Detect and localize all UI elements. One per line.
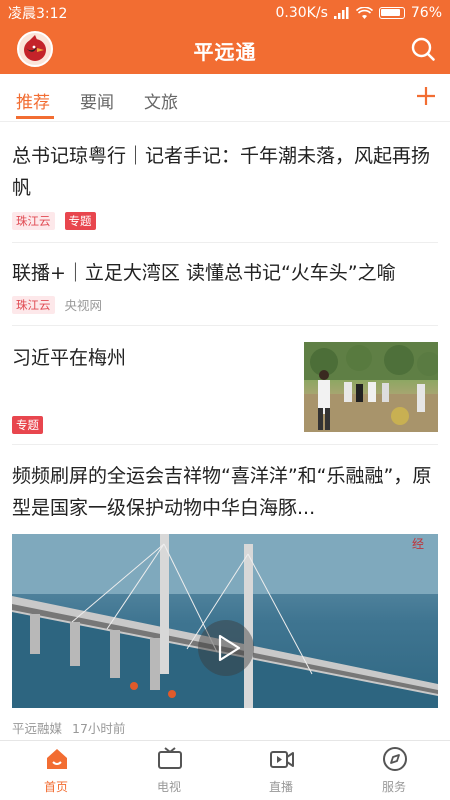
source-tag: 珠江云 [12,295,55,314]
news-source: 平远融媒 [12,721,63,736]
battery-icon [378,7,405,19]
nav-label: 服务 [381,780,406,794]
thumbnail-image [304,342,438,432]
status-right: 0.30K/s 76% [276,5,443,21]
news-meta: 珠江云 专题 [12,212,438,230]
nav-live[interactable]: 直播 [225,741,337,800]
news-title: 频频刷屏的全运会吉祥物“喜洋洋”和“乐融融”，原型是国家一级保护动物中华白海豚.… [12,465,432,519]
app-bar: 平远通 [0,26,450,74]
news-thumbnail[interactable] [304,342,438,432]
video-player[interactable]: 经 [12,534,438,708]
tv-icon [158,747,182,769]
battery-level: 76% [410,5,442,21]
news-item[interactable]: 联播+｜立足大湾区 读懂总书记“火车头”之喻 珠江云 央视网 [12,257,438,314]
nav-services[interactable]: 服务 [338,741,450,800]
play-button[interactable] [198,620,254,676]
channel-tabs: 推荐 要闻 文旅 [0,74,450,122]
home-icon [47,749,67,769]
network-speed: 0.30K/s [275,5,328,21]
topic-badge: 专题 [12,416,43,434]
app-title: 平远通 [193,39,257,64]
add-channel-icon[interactable] [414,84,438,108]
divider [12,325,438,326]
bottom-nav: 首页 电视 直播 服务 [0,740,450,800]
news-meta: 珠江云 央视网 [12,295,438,314]
source-tag: 珠江云 [12,212,55,230]
status-time: 凌晨3:12 [8,6,68,22]
news-time: 17小时前 [72,721,126,736]
svg-text:经: 经 [412,537,424,551]
news-item[interactable]: 频频刷屏的全运会吉祥物“喜洋洋”和“乐融融”，原型是国家一级保护动物中华白海豚.… [12,460,438,524]
nav-tv[interactable]: 电视 [113,741,225,800]
tab-recommend[interactable]: 推荐 [16,88,50,113]
live-video-icon [270,751,294,768]
nav-label: 首页 [43,780,68,794]
nav-label: 电视 [156,780,181,794]
news-meta: 专题 [12,416,292,434]
news-title: 习近平在梅州 [12,347,127,369]
divider [12,242,438,243]
cardinal-bird-icon [24,35,46,61]
compass-icon [383,747,407,771]
divider [12,444,438,445]
search-icon[interactable] [410,36,436,62]
news-item[interactable]: 总书记琼粤行｜记者手记：千年潮未落，风起再扬帆 珠江云 专题 [12,140,438,230]
wifi-icon [355,6,373,19]
app-logo-avatar[interactable] [17,31,53,67]
nav-home[interactable]: 首页 [0,741,112,800]
news-title: 联播+｜立足大湾区 读懂总书记“火车头”之喻 [12,262,396,284]
news-source: 央视网 [64,298,103,313]
status-bar: 凌晨3:12 0.30K/s 76% [0,0,450,26]
tab-news[interactable]: 要闻 [80,88,114,113]
play-icon [218,634,241,662]
tab-culture-travel[interactable]: 文旅 [144,88,178,113]
signal-icon [333,7,349,19]
news-meta: 平远融媒 17小时前 [12,718,125,737]
nav-label: 直播 [268,780,293,794]
topic-badge: 专题 [64,212,96,230]
news-title: 总书记琼粤行｜记者手记：千年潮未落，风起再扬帆 [12,145,431,199]
tab-active-indicator [16,116,54,119]
news-item[interactable]: 习近平在梅州 专题 [12,342,292,434]
